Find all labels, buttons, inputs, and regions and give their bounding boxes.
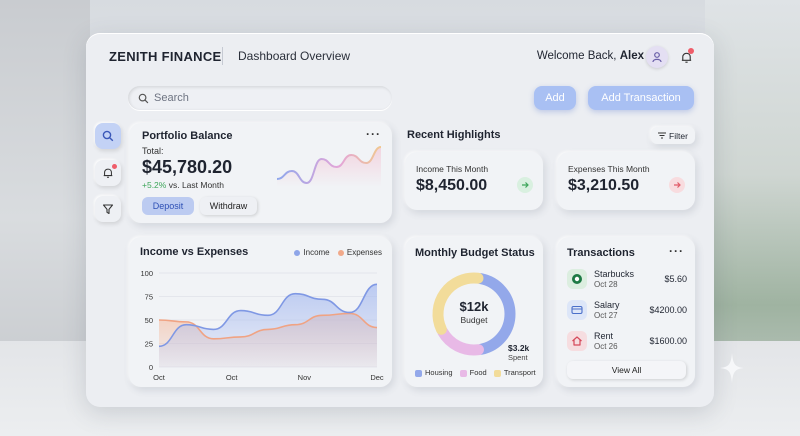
filter-label: Filter	[669, 130, 688, 141]
filter-lines-icon	[658, 132, 667, 139]
legend-transport: Transport	[503, 368, 536, 377]
transactions-title: Transactions	[567, 247, 635, 259]
expenses-label: Expenses This Month	[568, 164, 650, 174]
sidebar-filter-button[interactable]	[95, 196, 121, 222]
budget-legend: Housing Food Transport	[415, 368, 536, 377]
welcome-prefix: Welcome Back,	[536, 50, 617, 62]
transaction-amount: $4200.00	[649, 305, 687, 315]
search-bar[interactable]	[128, 86, 392, 110]
dashboard-panel: ZENITH FINANCE Dashboard Overview Welcom…	[86, 33, 714, 407]
filter-icon	[102, 204, 114, 215]
transaction-name: Starbucks	[594, 269, 635, 279]
y-tick-label: 0	[149, 363, 153, 372]
change-percent: +5.2%	[142, 180, 167, 190]
header-divider	[222, 47, 223, 65]
x-tick-label: Oct	[226, 373, 239, 382]
change-suffix: vs. Last Month	[168, 180, 224, 190]
search-input[interactable]	[154, 92, 374, 104]
x-tick-label: Dec	[370, 373, 384, 382]
transactions-card: Transactions ··· Starbucks Oct 28 $5.60 …	[557, 237, 695, 387]
y-tick-label: 100	[140, 269, 153, 278]
wallet-icon	[567, 300, 587, 320]
filter-button[interactable]: Filter	[651, 127, 695, 144]
income-expenses-chart: 1007550250Oct Oct Nov Dec	[140, 269, 384, 382]
legend-income: Income	[303, 248, 330, 257]
add-button[interactable]: Add	[534, 86, 576, 110]
budget-spent-label: Spent	[508, 353, 528, 362]
user-name: Alex	[619, 50, 644, 62]
transaction-amount: $1600.00	[649, 336, 687, 346]
transactions-more-button[interactable]: ···	[669, 244, 684, 258]
legend-food-swatch	[459, 369, 467, 377]
brand-title: ZENITH FINANCE	[109, 49, 222, 64]
portfolio-more-button[interactable]: ···	[366, 127, 381, 141]
transaction-date: Oct 26	[594, 342, 618, 351]
legend-expenses-swatch	[337, 249, 344, 256]
sidebar-search-button[interactable]	[95, 123, 121, 149]
notifications-button[interactable]	[676, 47, 696, 67]
add-transaction-button[interactable]: Add Transaction	[588, 86, 694, 110]
expenses-value: $3,210.50	[568, 177, 640, 194]
budget-center-label: Budget	[460, 315, 488, 325]
sidebar-notifications-button[interactable]	[95, 160, 121, 186]
expenses-card[interactable]: Expenses This Month $3,210.50	[557, 152, 695, 210]
legend-expenses: Expenses	[346, 248, 382, 257]
arrow-right-icon	[517, 177, 533, 193]
transaction-name: Rent	[594, 331, 614, 341]
legend-income-swatch	[294, 249, 301, 256]
transaction-date: Oct 28	[594, 280, 618, 289]
transaction-row[interactable]: Rent Oct 26 $1600.00	[567, 331, 687, 355]
x-tick-label: Nov	[298, 373, 312, 382]
legend-transport-swatch	[493, 369, 501, 377]
withdraw-button[interactable]: Withdraw	[200, 197, 257, 215]
income-value: $8,450.00	[416, 177, 488, 194]
highlights-title: Recent Highlights	[407, 129, 501, 141]
portfolio-sparkline	[276, 146, 382, 187]
search-icon	[102, 130, 114, 142]
sparkline-area	[277, 147, 381, 187]
income-expenses-card: Income vs Expenses Income Expenses 100 75…	[129, 237, 392, 387]
notification-dot	[112, 164, 117, 169]
view-all-button[interactable]: View All	[567, 361, 686, 379]
budget-title: Monthly Budget Status	[415, 247, 535, 259]
avatar[interactable]	[646, 46, 668, 68]
legend-housing-swatch	[415, 369, 422, 377]
y-tick-label: 25	[145, 340, 153, 349]
welcome-message: Welcome Back, Alex	[537, 50, 644, 62]
search-icon	[138, 93, 149, 103]
user-icon	[652, 52, 662, 63]
y-tick-label: 50	[145, 316, 153, 325]
budget-spent-value: $3.2k	[508, 343, 530, 353]
transaction-amount: $5.60	[664, 274, 687, 284]
transaction-row[interactable]: Starbucks Oct 28 $5.60	[567, 269, 687, 293]
x-tick-label: Oct	[153, 373, 166, 382]
arrow-right-icon	[669, 177, 685, 193]
transaction-name: Salary	[594, 300, 620, 310]
legend-housing: Housing	[425, 368, 453, 377]
bell-icon	[103, 168, 113, 178]
portfolio-change: +5.2% vs. Last Month	[142, 180, 224, 190]
portfolio-title: Portfolio Balance	[142, 130, 233, 142]
income-card[interactable]: Income This Month $8,450.00	[405, 152, 543, 210]
total-label: Total:	[142, 146, 164, 156]
y-tick-label: 75	[145, 293, 153, 302]
budget-card: Monthly Budget Status $12k Budget $3.2k …	[405, 237, 543, 387]
transaction-row[interactable]: Salary Oct 27 $4200.00	[567, 300, 687, 324]
page-title: Dashboard Overview	[238, 49, 351, 63]
sparkle-icon	[720, 353, 744, 383]
income-label: Income This Month	[416, 164, 489, 174]
income-expenses-title: Income vs Expenses	[140, 246, 249, 258]
portfolio-card: Portfolio Balance ··· Total: $45,780.20 …	[129, 123, 392, 223]
budget-center-value: $12k	[459, 299, 489, 314]
portfolio-total: $45,780.20	[142, 157, 233, 177]
home-icon	[567, 331, 587, 351]
transaction-date: Oct 27	[594, 311, 618, 320]
chart-legend: Income Expenses	[294, 248, 382, 257]
donut-segment-food	[437, 326, 484, 356]
legend-food: Food	[469, 368, 487, 377]
notification-dot	[688, 48, 694, 54]
deposit-button[interactable]: Deposit	[142, 197, 194, 215]
starbucks-icon	[567, 269, 587, 289]
budget-donut	[432, 272, 516, 356]
